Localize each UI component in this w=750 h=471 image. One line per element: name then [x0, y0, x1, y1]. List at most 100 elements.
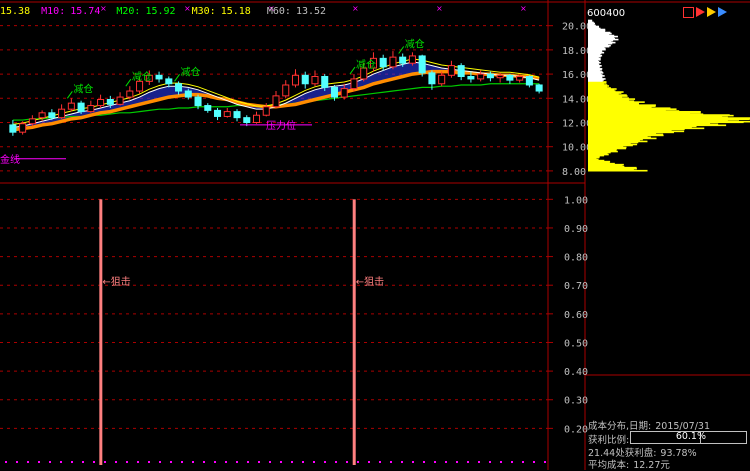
candle-up — [67, 102, 75, 110]
bottom-dot — [5, 461, 7, 463]
signal-reduce-label: 减仓 — [73, 82, 93, 95]
bottom-dot — [412, 461, 414, 463]
bottom-dot — [456, 461, 458, 463]
signal-reduce-label: 减仓 — [356, 58, 376, 71]
candle-down — [233, 111, 241, 119]
bottom-dot — [258, 461, 260, 463]
ma10-label: M10: 15.74 — [41, 6, 101, 17]
indicator-tick-label: 0.60 — [564, 310, 588, 321]
signal-reduce-label: 减仓 — [132, 70, 152, 83]
bottom-dot — [357, 461, 359, 463]
stock-code: 600400 — [587, 8, 626, 19]
flag-yellow-icon[interactable] — [707, 7, 716, 17]
bottom-dot — [93, 461, 95, 463]
flag-blue-icon[interactable] — [718, 7, 727, 17]
candle-up — [496, 74, 504, 79]
candle-down — [418, 55, 426, 74]
price-tick-label: 12.00 — [562, 118, 592, 129]
bottom-dot — [324, 461, 326, 463]
ma-legend: 15.38 M10: 15.74 M20: 15.92 M30: 15.18 M60:… — [0, 6, 336, 17]
ma60-label: M60: 13.52 — [266, 6, 327, 17]
indicator-tick-label: 1.00 — [564, 195, 588, 206]
top-marker: × — [436, 4, 443, 13]
bottom-dot — [236, 461, 238, 463]
bottom-dot — [368, 461, 370, 463]
indicator-tick-label: 0.30 — [564, 396, 588, 407]
price-tick-label: 14.00 — [562, 94, 592, 105]
bottom-dot — [544, 461, 546, 463]
candle-down — [106, 99, 114, 105]
candle-down — [243, 117, 251, 123]
candle-up — [116, 96, 124, 105]
candle-up — [389, 56, 397, 68]
chip-toggle-icon[interactable] — [683, 7, 694, 18]
candle-down — [9, 124, 17, 133]
candle-down — [77, 102, 85, 113]
price-tick-label: 18.00 — [562, 46, 592, 57]
candle-down — [321, 76, 329, 88]
bottom-dot — [269, 461, 271, 463]
bottom-dot — [280, 461, 282, 463]
bottom-dot — [82, 461, 84, 463]
indicator-tick-label: 0.40 — [564, 367, 588, 378]
bottom-dot — [71, 461, 73, 463]
candle-up — [350, 78, 358, 90]
candle-down — [301, 74, 309, 85]
bottom-dot — [38, 461, 40, 463]
bottom-dot — [302, 461, 304, 463]
candle-up — [19, 123, 27, 133]
candle-up — [38, 112, 46, 119]
snipe-label: ←狙击 — [102, 276, 130, 288]
cost-title: 成本分布,日期: 2015/07/31 — [588, 421, 710, 432]
candle-up — [311, 76, 319, 85]
candle-down — [428, 72, 436, 85]
candle-down — [165, 78, 173, 85]
candle-up — [223, 111, 231, 117]
candle-up — [291, 74, 300, 86]
signal-arrow — [125, 78, 132, 87]
bottom-dot — [115, 461, 117, 463]
indicator-tick-label: 0.50 — [564, 338, 588, 349]
candle-down — [535, 84, 543, 92]
flag-red-icon[interactable] — [696, 7, 705, 17]
bottom-dot — [500, 461, 502, 463]
signal-reduce-label: 减仓 — [181, 65, 201, 78]
bottom-dot — [489, 461, 491, 463]
candle-up — [97, 99, 105, 107]
resistance-label: 压力位 — [266, 119, 296, 132]
candle-up — [262, 106, 270, 116]
candle-up — [126, 90, 134, 98]
candle-down — [457, 65, 465, 78]
stock-chart[interactable]: 20.00 18.00 16.00 14.00 12.00 10.00 8.00 1.00 0.… — [0, 0, 750, 470]
bottom-dot — [313, 461, 315, 463]
candle-down — [525, 76, 533, 86]
candle-up — [252, 114, 261, 123]
average-cost: 平均成本: 12.27元 — [588, 460, 670, 471]
panel-toolbar — [683, 7, 727, 18]
candle-up — [28, 118, 36, 125]
ma20-label: M20: 15.92 — [116, 6, 176, 17]
bottom-dot — [434, 461, 436, 463]
candle-down — [506, 74, 514, 81]
price-tick-label: 20.00 — [562, 22, 592, 33]
candle-up — [516, 76, 524, 81]
bottom-dot — [148, 461, 150, 463]
bottom-dot — [346, 461, 348, 463]
candle-down — [48, 112, 56, 119]
candle-down — [194, 96, 202, 107]
candle-down — [330, 86, 338, 98]
bottom-dot — [60, 461, 62, 463]
candle-down — [204, 105, 212, 111]
top-marker: × — [352, 4, 359, 13]
profit-ratio-bar: 60.1% — [630, 431, 747, 444]
bottom-dot — [467, 461, 469, 463]
bottom-dot — [49, 461, 51, 463]
gold-line-label: 金线 — [0, 153, 20, 166]
candle-up — [408, 55, 416, 64]
candle-up — [447, 65, 455, 76]
signal-arrow — [66, 90, 73, 99]
price-tick-label: 16.00 — [562, 70, 592, 81]
candle-down — [379, 57, 387, 68]
candle-up — [340, 88, 348, 98]
bottom-dot — [181, 461, 183, 463]
